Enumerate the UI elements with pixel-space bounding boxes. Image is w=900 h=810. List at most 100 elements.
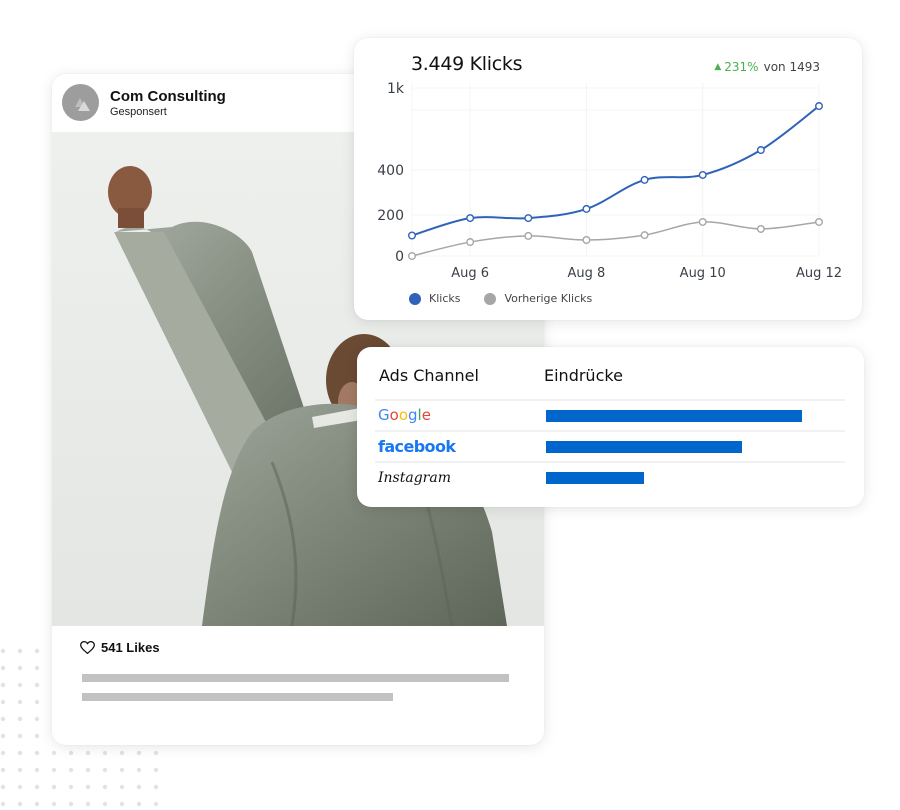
dot xyxy=(0,665,6,671)
dot xyxy=(17,784,23,790)
dot xyxy=(17,733,23,739)
impressions-bar xyxy=(546,441,846,453)
post-footer: 541 Likes xyxy=(52,626,544,745)
dot xyxy=(51,801,57,807)
dot xyxy=(17,699,23,705)
likes-count: 541 Likes xyxy=(101,640,160,655)
dot xyxy=(0,801,6,807)
dot xyxy=(102,767,108,773)
dot xyxy=(17,648,23,654)
dot xyxy=(85,801,91,807)
dot xyxy=(0,767,6,773)
x-tick-label: Aug 12 xyxy=(796,266,842,281)
data-point xyxy=(640,231,649,240)
dot xyxy=(136,784,142,790)
clicks-chart-card: 3.449 Klicks ▲ 231% von 1493 0 200 400 1k Au… xyxy=(354,38,862,320)
dot xyxy=(102,801,108,807)
facebook-logo-icon: facebook xyxy=(378,437,456,456)
dot xyxy=(0,750,6,756)
chart-legend: Klicks Vorherige Klicks xyxy=(409,292,592,305)
data-point xyxy=(524,214,533,223)
y-tick-label: 200 xyxy=(377,208,404,224)
x-tick-label: Aug 6 xyxy=(451,266,489,281)
dot xyxy=(0,733,6,739)
data-point xyxy=(524,231,533,240)
data-point xyxy=(582,236,591,245)
dot xyxy=(119,750,125,756)
data-point xyxy=(756,224,765,233)
dot xyxy=(34,767,40,773)
dot xyxy=(34,784,40,790)
data-point xyxy=(408,231,417,240)
avatar[interactable] xyxy=(62,84,99,121)
dot xyxy=(0,716,6,722)
dot xyxy=(119,767,125,773)
table-row[interactable]: Google xyxy=(375,399,845,432)
dot xyxy=(34,733,40,739)
text-placeholder-line xyxy=(82,674,509,682)
data-point xyxy=(640,175,649,184)
heart-outline-icon xyxy=(80,641,95,654)
google-logo-icon: Google xyxy=(378,406,431,424)
dot xyxy=(136,750,142,756)
legend-swatch xyxy=(409,292,421,305)
dot xyxy=(153,750,159,756)
dot xyxy=(0,699,6,705)
dot xyxy=(153,767,159,773)
clicks-line-chart: 0 200 400 1k Aug 6 Aug 8 Aug 10 Aug 12 xyxy=(377,81,842,281)
dot xyxy=(51,784,57,790)
dot xyxy=(34,699,40,705)
dot xyxy=(102,784,108,790)
data-point xyxy=(756,146,765,155)
dot xyxy=(17,716,23,722)
column-header-channel: Ads Channel xyxy=(379,366,479,385)
text-placeholder-line xyxy=(82,693,393,701)
data-point xyxy=(408,251,417,260)
instagram-logo-icon: Instagram xyxy=(378,470,451,486)
impressions-bar xyxy=(546,410,846,422)
dot xyxy=(34,665,40,671)
dot xyxy=(34,648,40,654)
dot xyxy=(0,682,6,688)
dot xyxy=(0,648,6,654)
column-header-impressions: Eindrücke xyxy=(544,366,623,385)
impressions-bar-fill xyxy=(546,441,742,453)
y-tick-label: 1k xyxy=(387,81,405,97)
data-point xyxy=(698,217,707,226)
dot xyxy=(153,801,159,807)
y-tick-label: 400 xyxy=(377,163,404,179)
dot xyxy=(85,767,91,773)
dot xyxy=(51,767,57,773)
x-tick-label: Aug 8 xyxy=(568,266,606,281)
dot xyxy=(34,682,40,688)
impressions-bar xyxy=(546,472,846,484)
dot xyxy=(68,784,74,790)
legend-item-vorherige-klicks[interactable]: Vorherige Klicks xyxy=(484,292,592,305)
data-point xyxy=(815,102,824,111)
dot xyxy=(34,801,40,807)
table-row[interactable]: Instagram xyxy=(375,461,845,494)
ads-channel-card: Ads Channel Eindrücke Google facebook In… xyxy=(357,347,864,507)
x-tick-label: Aug 10 xyxy=(680,266,726,281)
dot xyxy=(102,750,108,756)
dot xyxy=(119,784,125,790)
data-point xyxy=(466,238,475,247)
likes-button[interactable]: 541 Likes xyxy=(80,640,160,655)
dot xyxy=(136,801,142,807)
dot xyxy=(34,716,40,722)
legend-label: Vorherige Klicks xyxy=(504,292,593,305)
table-row[interactable]: facebook xyxy=(375,430,845,463)
impressions-bar-fill xyxy=(546,472,645,484)
triangle-logo-icon xyxy=(75,98,90,111)
data-point xyxy=(815,217,824,226)
legend-swatch xyxy=(484,292,497,305)
impressions-bar-fill xyxy=(546,410,802,422)
post-author[interactable]: Com Consulting xyxy=(110,88,226,105)
dot xyxy=(68,767,74,773)
dot xyxy=(119,801,125,807)
dot xyxy=(17,665,23,671)
dot xyxy=(85,784,91,790)
legend-item-klicks[interactable]: Klicks xyxy=(409,292,460,305)
dot xyxy=(68,750,74,756)
data-point xyxy=(466,214,475,223)
